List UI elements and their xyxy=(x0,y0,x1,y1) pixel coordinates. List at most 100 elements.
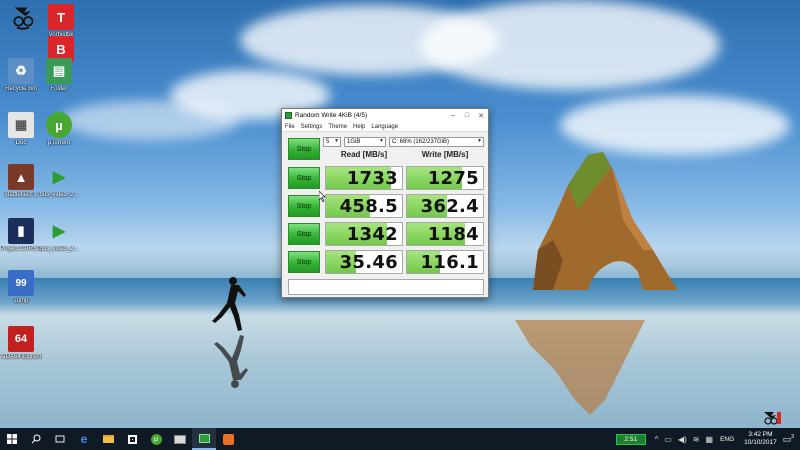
result-row: Stop 458.5 362.4 xyxy=(288,194,484,218)
test-count-value: 5 xyxy=(326,139,330,145)
watermark-logo-icon xyxy=(762,410,782,426)
app-icon xyxy=(285,112,292,119)
crystaldiskmark-window[interactable]: Random Write 4KiB (4/5) – □ ✕ File Setti… xyxy=(281,108,489,298)
desktop-icon-utorrent[interactable]: µ µTorrent xyxy=(38,112,80,147)
read-result: 1342 xyxy=(325,222,403,246)
desktop-icon-document[interactable]: ▦ Doc xyxy=(0,112,42,147)
result-row: Stop 35.46 116.1 xyxy=(288,250,484,274)
utorrent-icon: µ xyxy=(150,433,162,445)
desktop-icon-aida64[interactable]: 64 AIDA64 Extreme xyxy=(0,326,42,361)
desktop-icon-webm-video[interactable]: ▶ bus_video_2... xyxy=(38,218,80,253)
write-result: 116.1 xyxy=(406,250,484,274)
test-count-select[interactable]: 5 ▼ xyxy=(323,137,341,147)
language-indicator[interactable]: ENG xyxy=(720,436,734,443)
desktop-icon-label: Jump xyxy=(13,298,29,304)
desktop-icon-channel-logo[interactable] xyxy=(2,4,44,32)
network-icon[interactable]: ▭ xyxy=(664,435,672,444)
desktop-icon-recycle-bin[interactable]: ♻ Recycle Bin xyxy=(0,58,42,93)
desktop-icon-label: Doc xyxy=(15,140,27,146)
status-bar xyxy=(288,279,484,295)
clock-time: 3:42 PM xyxy=(748,431,773,438)
monitor-icon xyxy=(174,434,186,444)
read-header: Read [MB/s] xyxy=(340,150,388,159)
desktop-icon-label: AIDA64 Extreme xyxy=(0,354,42,360)
edge-taskbar-button[interactable]: e xyxy=(72,428,96,450)
read-value: 1342 xyxy=(346,224,398,245)
write-result: 1275 xyxy=(406,166,484,190)
cloud xyxy=(560,95,790,155)
menu-settings[interactable]: Settings xyxy=(301,124,323,130)
keyboard-icon[interactable]: ▦ xyxy=(706,435,714,444)
desktop-icon-battlefield[interactable]: ▲ Battlefield 1 xyxy=(0,164,42,199)
windows-logo-icon xyxy=(7,434,17,444)
app-taskbar-button[interactable] xyxy=(168,428,192,450)
chevron-down-icon: ▼ xyxy=(334,138,339,144)
file-explorer-taskbar-button[interactable] xyxy=(96,428,120,450)
tb-logo-icon: T xyxy=(48,4,74,30)
beach xyxy=(0,316,800,428)
desktop-icon-tb[interactable]: T Vorbildbk xyxy=(40,4,82,39)
webm-icon: ▶ xyxy=(52,223,66,240)
rock-reflection xyxy=(515,320,645,415)
crystaldiskmark-icon xyxy=(198,433,210,443)
read-result: 1733 xyxy=(325,166,403,190)
runner-reflection xyxy=(214,335,248,388)
clock[interactable]: 3:42 PM 10/10/2017 xyxy=(744,431,777,447)
desktop-icon-label: Battlefield 1 xyxy=(5,192,37,198)
battery-indicator[interactable]: 2:51 xyxy=(615,433,646,445)
wifi-icon[interactable]: ≋ xyxy=(693,435,700,444)
write-value: 1184 xyxy=(427,224,479,245)
cloud xyxy=(420,0,720,90)
channel-logo-icon xyxy=(10,4,36,30)
desktop-icon-label: bus_video_2... xyxy=(39,192,79,198)
store-taskbar-button[interactable] xyxy=(120,428,144,450)
read-value: 35.46 xyxy=(339,252,398,273)
aida64-icon: 64 xyxy=(8,326,34,352)
action-center-icon[interactable]: ▭3 xyxy=(783,434,794,445)
desktop-icon-folder[interactable]: ▤ Folder xyxy=(38,58,80,93)
menu-help[interactable]: Help xyxy=(353,124,365,130)
webm-icon: ▶ xyxy=(52,169,66,186)
window-title: Random Write 4KiB (4/5) xyxy=(295,112,368,119)
menu-language[interactable]: Language xyxy=(371,124,398,130)
volume-icon[interactable]: ◀) xyxy=(678,435,687,444)
search-button[interactable] xyxy=(24,428,48,450)
taskbar: e µ 2:51 ^ ▭ ◀) ≋ ▦ ENG 3:42 PM 10/10/20… xyxy=(0,428,800,450)
stop-button[interactable]: Stop xyxy=(288,167,320,189)
notification-count: 3 xyxy=(791,433,794,440)
controls-row: Stop 5 ▼ 1GiB ▼ C: 68% (162/237GiB) ▼ Read … xyxy=(288,137,484,161)
write-value: 1275 xyxy=(427,168,479,189)
task-view-button[interactable] xyxy=(48,428,72,450)
project-cars-icon: ▮ xyxy=(8,218,34,244)
folder-icon: ▤ xyxy=(46,58,72,84)
battlefield-icon: ▲ xyxy=(8,164,34,190)
title-bar[interactable]: Random Write 4KiB (4/5) – □ ✕ xyxy=(282,109,488,122)
system-tray: 2:51 ^ ▭ ◀) ≋ ▦ ENG 3:42 PM 10/10/2017 ▭… xyxy=(615,428,800,450)
chevron-up-icon[interactable]: ^ xyxy=(655,435,659,444)
media-taskbar-button[interactable] xyxy=(216,428,240,450)
desktop-icon-label: Project CARS 2 Deluxe E... xyxy=(0,246,42,252)
minimize-button[interactable]: – xyxy=(446,112,460,119)
test-size-select[interactable]: 1GiB ▼ xyxy=(344,137,386,147)
close-button[interactable]: ✕ xyxy=(474,112,488,120)
start-button[interactable] xyxy=(0,428,24,450)
runner-silhouette xyxy=(212,277,246,331)
crystaldiskmark-taskbar-button[interactable] xyxy=(192,428,216,450)
stop-button[interactable]: Stop xyxy=(288,223,320,245)
desktop-icon-app[interactable]: 99 Jump xyxy=(0,270,42,305)
stop-button[interactable]: Stop xyxy=(288,251,320,273)
result-row: Stop 1342 1184 xyxy=(288,222,484,246)
stop-button[interactable]: Stop xyxy=(288,195,320,217)
drive-value: C: 68% (162/237GiB) xyxy=(392,139,450,145)
menu-file[interactable]: File xyxy=(285,124,295,130)
desktop-icon-webm-video[interactable]: ▶ bus_video_2... xyxy=(38,164,80,199)
stop-all-button[interactable]: Stop xyxy=(288,138,320,160)
maximize-button[interactable]: □ xyxy=(460,112,474,119)
clock-date: 10/10/2017 xyxy=(744,439,777,446)
folder-icon xyxy=(102,435,114,443)
menu-theme[interactable]: Theme xyxy=(328,124,347,130)
drive-select[interactable]: C: 68% (162/237GiB) ▼ xyxy=(389,137,484,147)
utorrent-taskbar-button[interactable]: µ xyxy=(144,428,168,450)
desktop-icon-project-cars[interactable]: ▮ Project CARS 2 Deluxe E... xyxy=(0,218,42,253)
task-view-icon xyxy=(55,435,65,443)
